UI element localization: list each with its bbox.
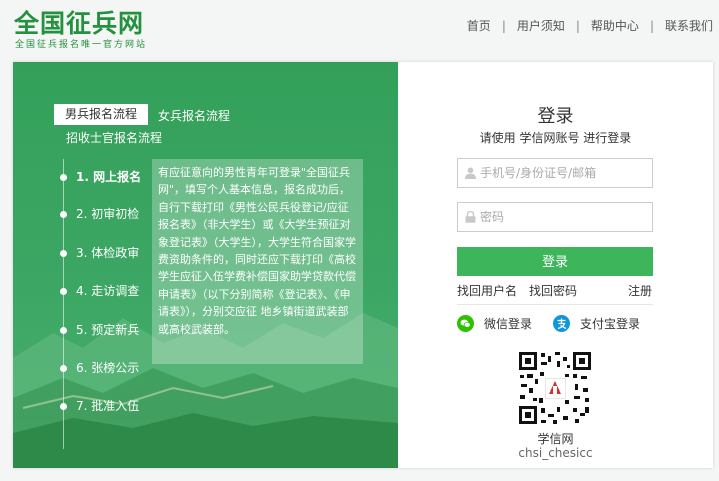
alipay-icon bbox=[553, 314, 570, 332]
alipay-login-button[interactable]: 支付宝登录 bbox=[553, 314, 640, 332]
wechat-login-button[interactable]: 微信登录 bbox=[457, 314, 532, 332]
username-field[interactable] bbox=[457, 158, 653, 188]
nav-separator: | bbox=[501, 18, 506, 33]
nav-separator: | bbox=[649, 18, 654, 33]
find-password-link[interactable]: 找回密码 bbox=[529, 282, 577, 299]
main-card: 男兵报名流程 女兵报名流程 招收士官报名流程 1. 网上报名 2. 初审初检 3… bbox=[13, 62, 713, 468]
step-public-notice[interactable]: 6. 张榜公示 bbox=[60, 358, 139, 378]
login-title: 登录 bbox=[537, 106, 574, 127]
step-online-registration[interactable]: 1. 网上报名 bbox=[60, 167, 141, 187]
login-subtitle: 请使用 学信网账号 进行登录 bbox=[479, 131, 632, 145]
qr-code-image bbox=[517, 350, 593, 426]
divider bbox=[457, 304, 653, 305]
qr-code-account-id: chsi_chesicc bbox=[518, 446, 593, 460]
step-label: 1. 网上报名 bbox=[76, 170, 142, 184]
user-icon bbox=[465, 167, 476, 179]
password-field[interactable] bbox=[457, 202, 653, 232]
process-panel: 男兵报名流程 女兵报名流程 招收士官报名流程 1. 网上报名 2. 初审初检 3… bbox=[13, 62, 398, 468]
qr-code-label: 学信网 bbox=[537, 432, 574, 446]
tab-sergeant-process[interactable]: 招收士官报名流程 bbox=[66, 129, 162, 146]
username-input[interactable] bbox=[480, 159, 650, 187]
step-preliminary-check[interactable]: 2. 初审初检 bbox=[60, 204, 139, 224]
step-dot-icon bbox=[60, 211, 67, 218]
nav-home[interactable]: 首页 bbox=[467, 17, 491, 34]
step-dot-icon bbox=[60, 288, 67, 295]
find-username-link[interactable]: 找回用户名 bbox=[457, 282, 517, 299]
site-logo-subtitle: 全国征兵报名唯一官方网站 bbox=[15, 40, 148, 50]
nav-contact-us[interactable]: 联系我们 bbox=[665, 17, 713, 34]
alipay-login-label: 支付宝登录 bbox=[580, 316, 641, 331]
nav-separator: | bbox=[575, 18, 580, 33]
lock-icon bbox=[465, 211, 476, 223]
step-visit-investigation[interactable]: 4. 走访调查 bbox=[60, 281, 139, 301]
step-dot-icon bbox=[60, 174, 67, 181]
nav-user-notice[interactable]: 用户须知 bbox=[517, 17, 565, 34]
step-label: 4. 走访调查 bbox=[76, 284, 140, 298]
step-dot-icon bbox=[60, 365, 67, 372]
login-button[interactable]: 登录 bbox=[457, 247, 653, 276]
site-logo-title[interactable]: 全国征兵网 bbox=[14, 4, 144, 40]
nav-help-center[interactable]: 帮助中心 bbox=[591, 17, 639, 34]
register-link[interactable]: 注册 bbox=[628, 282, 652, 299]
step-label: 5. 预定新兵 bbox=[76, 323, 140, 337]
step-dot-icon bbox=[60, 327, 67, 334]
step-physical-political-check[interactable]: 3. 体检政审 bbox=[60, 243, 139, 263]
step-label: 3. 体检政审 bbox=[76, 246, 140, 260]
step-label: 2. 初审初检 bbox=[76, 207, 140, 221]
tab-female-process[interactable]: 女兵报名流程 bbox=[158, 107, 230, 124]
site-header: 全国征兵网 全国征兵报名唯一官方网站 首页 | 用户须知 | 帮助中心 | 联系… bbox=[0, 0, 719, 58]
wechat-login-label: 微信登录 bbox=[484, 316, 533, 331]
step-label: 7. 批准入伍 bbox=[76, 399, 140, 413]
wechat-icon bbox=[457, 314, 474, 332]
step-label: 6. 张榜公示 bbox=[76, 361, 140, 375]
step-approve-enlistment[interactable]: 7. 批准入伍 bbox=[60, 396, 139, 416]
step-dot-icon bbox=[60, 250, 67, 257]
step-dot-icon bbox=[60, 403, 67, 410]
step-description: 有应征意向的男性青年可登录"全国征兵网"，填写个人基本信息，报名成功后，自行下载… bbox=[152, 159, 363, 364]
step-preselect-recruits[interactable]: 5. 预定新兵 bbox=[60, 320, 139, 340]
login-panel: 登录 请使用 学信网账号 进行登录 登录 找回用户名 找回密码 注册 bbox=[398, 62, 713, 468]
tab-male-process[interactable]: 男兵报名流程 bbox=[54, 104, 148, 125]
password-input[interactable] bbox=[480, 203, 650, 231]
top-nav: 首页 | 用户须知 | 帮助中心 | 联系我们 bbox=[467, 17, 713, 34]
